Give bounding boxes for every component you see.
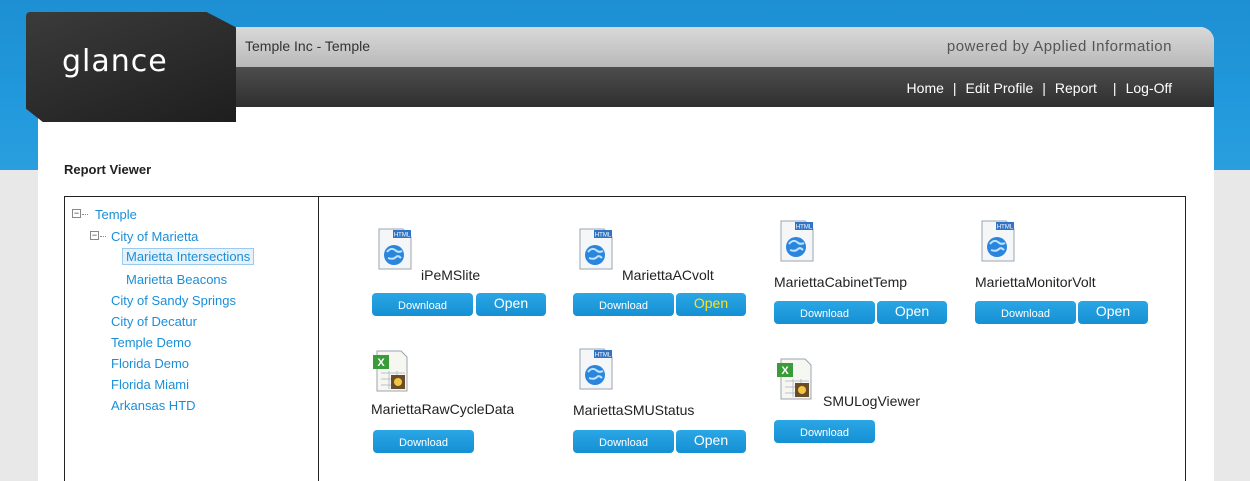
report-name: MariettaRawCycleData [371,401,515,417]
excel-icon[interactable]: X [775,357,813,401]
html-globe-icon[interactable]: HTML [576,347,614,391]
open-button[interactable]: Open [1078,301,1148,324]
tree-item-city-of-sandy-springs[interactable]: City of Sandy Springs [111,293,236,308]
svg-text:X: X [781,365,789,377]
download-button[interactable]: Download [373,430,474,453]
download-button[interactable]: Download [372,293,473,316]
open-button[interactable]: Open [676,293,746,316]
tree-item-florida-miami[interactable]: Florida Miami [111,377,189,392]
nav-edit-profile-link[interactable]: Edit Profile [966,80,1034,96]
top-nav: Home | Edit Profile | Report | Log-Off [907,80,1172,96]
tree-connector [82,214,88,215]
app-logo[interactable]: glance [62,44,168,79]
report-name: MariettaSMUStatus [573,402,695,418]
nav-separator: | [1112,80,1117,96]
collapse-icon[interactable]: − [90,231,99,240]
open-button[interactable]: Open [877,301,947,324]
report-name: SMULogViewer [823,393,921,409]
page-title: Report Viewer [64,162,152,177]
tree-item-marietta-intersections[interactable]: Marietta Intersections [122,248,255,265]
nav-separator: | [952,80,957,96]
report-tree: − Temple − City of Marietta Marietta Int… [65,197,319,481]
svg-text:HTML: HTML [394,233,411,239]
svg-text:X: X [377,357,385,369]
tree-item-temple[interactable]: Temple [95,207,137,222]
tree-item-marietta-beacons[interactable]: Marietta Beacons [126,272,227,287]
html-globe-icon[interactable]: HTML [777,219,815,263]
svg-text:HTML: HTML [595,353,612,359]
tree-item-city-of-marietta[interactable]: City of Marietta [111,229,198,244]
download-button[interactable]: Download [774,420,875,443]
html-globe-icon[interactable]: HTML [576,227,614,271]
download-button[interactable]: Download [975,301,1076,324]
tree-item-florida-demo[interactable]: Florida Demo [111,356,189,371]
download-button[interactable]: Download [573,430,674,453]
open-button[interactable]: Open [676,430,746,453]
collapse-icon[interactable]: − [72,209,81,218]
tree-connector [100,236,106,237]
nav-separator: | [1042,80,1046,96]
nav-logoff-link[interactable]: Log-Off [1126,80,1172,96]
html-globe-icon[interactable]: HTML [978,219,1016,263]
nav-home-link[interactable]: Home [907,80,944,96]
open-button[interactable]: Open [476,293,546,316]
powered-by-label: powered by Applied Information [946,38,1172,55]
report-name: MariettaCabinetTemp [774,274,908,290]
download-button[interactable]: Download [774,301,875,324]
report-name: iPeMSlite [421,267,481,283]
svg-text:HTML: HTML [796,225,813,231]
org-title: Temple Inc - Temple [245,38,371,54]
svg-text:HTML: HTML [997,225,1014,231]
report-name: MariettaACvolt [622,267,714,283]
download-button[interactable]: Download [573,293,674,316]
svg-text:HTML: HTML [595,233,612,239]
tree-item-city-of-decatur[interactable]: City of Decatur [111,314,197,329]
nav-report-link[interactable]: Report [1055,80,1097,96]
html-globe-icon[interactable]: HTML [375,227,413,271]
tree-item-arkansas-htd[interactable]: Arkansas HTD [111,398,196,413]
excel-icon[interactable]: X [371,349,409,393]
tree-item-temple-demo[interactable]: Temple Demo [111,335,191,350]
report-viewer: − Temple − City of Marietta Marietta Int… [64,196,1186,481]
report-name: MariettaMonitorVolt [975,274,1096,290]
